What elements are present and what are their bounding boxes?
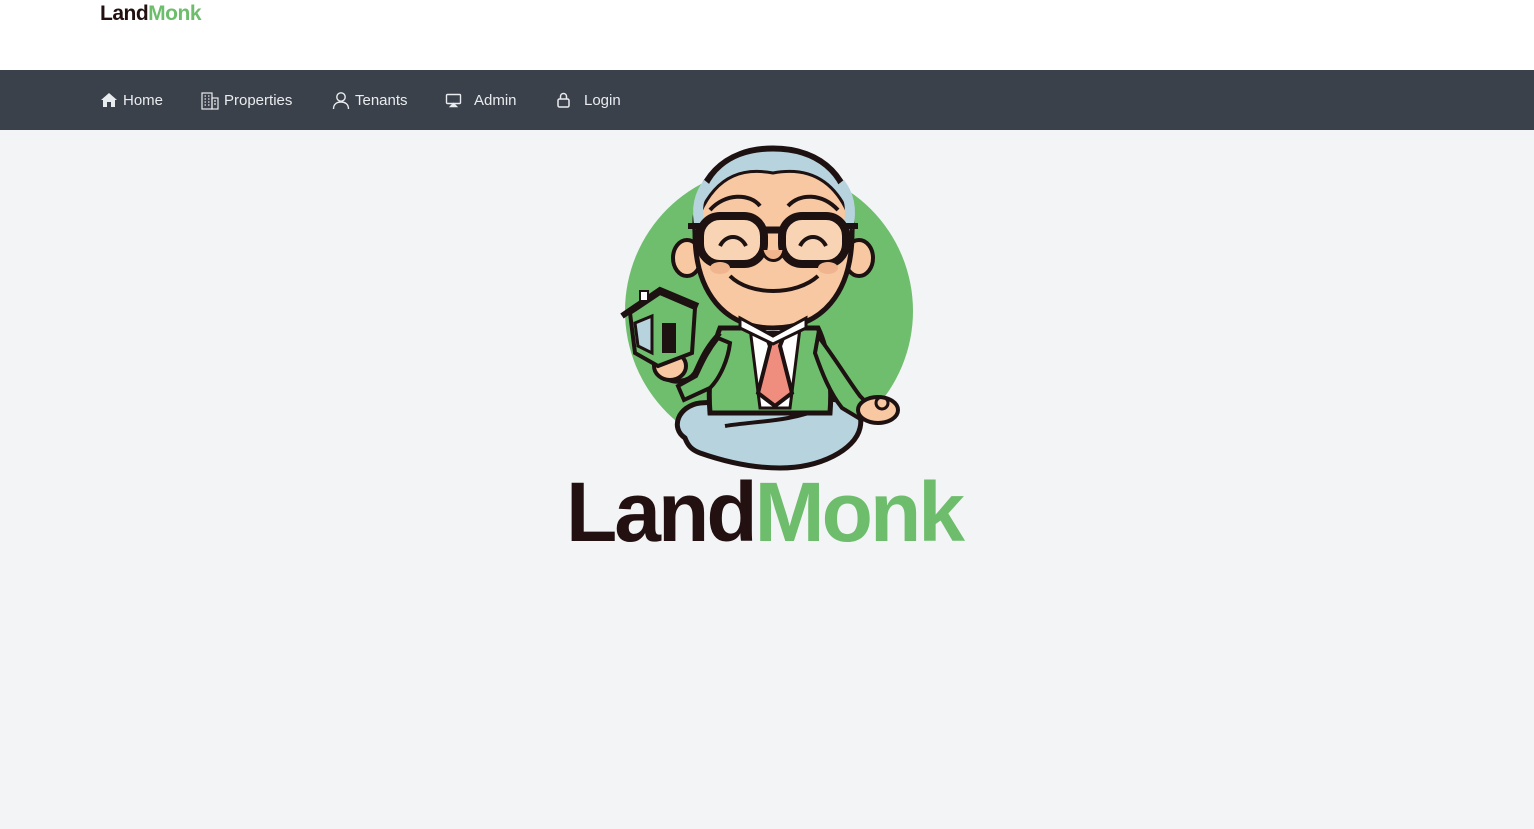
nav-item-properties[interactable]: Properties: [200, 70, 292, 130]
building-icon: [200, 91, 219, 110]
nav-item-label: Tenants: [355, 91, 408, 109]
hero-logo-wordmark: LandMonk: [566, 462, 976, 562]
hero-logo-part2: Monk: [754, 465, 965, 559]
nav-item-admin[interactable]: Admin: [445, 70, 517, 130]
brand-logo-part1: Land: [100, 2, 149, 25]
nav-item-label: Properties: [224, 91, 293, 109]
main-navbar: Home Properties Tenants Admin Login: [0, 70, 1534, 130]
nav-item-home[interactable]: Home: [100, 70, 163, 130]
lock-icon: [556, 92, 571, 108]
brand-logo-part2: Monk: [148, 2, 201, 25]
nav-item-label: Admin: [474, 91, 517, 109]
top-header: LandMonk: [0, 0, 1534, 70]
home-icon: [100, 92, 118, 108]
hero-logo-part1: Land: [566, 465, 758, 559]
user-icon: [332, 91, 350, 110]
monitor-icon: [445, 93, 462, 108]
nav-item-label: Login: [584, 91, 621, 109]
nav-item-label: Home: [123, 91, 164, 109]
nav-item-tenants[interactable]: Tenants: [332, 70, 408, 130]
brand-logo-link[interactable]: LandMonk: [100, 2, 201, 26]
nav-item-login[interactable]: Login: [556, 70, 621, 130]
